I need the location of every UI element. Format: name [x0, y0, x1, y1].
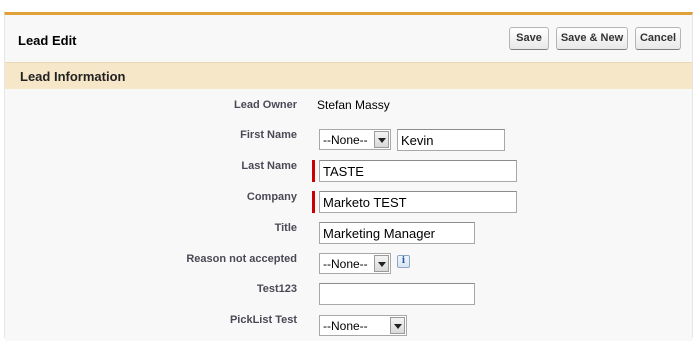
test123-input[interactable] [319, 283, 475, 305]
form-area: Lead Owner Stefan Massy First Name --Non… [5, 89, 692, 341]
salutation-select-value: --None-- [323, 133, 368, 147]
chevron-down-icon [374, 131, 389, 148]
lead-owner-value: Stefan Massy [317, 98, 390, 112]
save-button[interactable]: Save [509, 27, 549, 50]
picklist-test-select[interactable]: --None-- [319, 315, 407, 336]
info-icon[interactable]: i [397, 255, 410, 268]
lead-owner-label: Lead Owner [234, 99, 297, 111]
reason-not-accepted-label: Reason not accepted [186, 253, 297, 265]
last-name-label: Last Name [241, 160, 297, 172]
title-input[interactable] [319, 222, 475, 244]
cancel-button[interactable]: Cancel [635, 27, 681, 50]
section-title: Lead Information [20, 69, 126, 84]
chevron-down-icon [374, 255, 389, 272]
required-indicator [312, 191, 315, 213]
company-input[interactable] [319, 191, 517, 213]
company-label: Company [246, 191, 297, 203]
section-header: Lead Information [5, 62, 692, 90]
test123-label: Test123 [256, 283, 297, 295]
page-title: Lead Edit [18, 33, 77, 48]
reason-not-accepted-select-value: --None-- [323, 257, 368, 271]
required-indicator [312, 160, 315, 182]
title-label: Title [274, 222, 297, 234]
salutation-select[interactable]: --None-- [319, 129, 391, 150]
save-and-new-button[interactable]: Save & New [556, 27, 628, 50]
last-name-input[interactable] [319, 160, 517, 182]
first-name-input[interactable] [397, 129, 505, 151]
lead-edit-panel: Lead Edit Save Save & New Cancel Lead In… [4, 12, 693, 341]
reason-not-accepted-select[interactable]: --None-- [319, 253, 391, 274]
first-name-label: First Name [240, 129, 297, 141]
picklist-test-label: PickList Test [229, 314, 297, 326]
picklist-test-select-value: --None-- [323, 319, 368, 333]
chevron-down-icon [390, 317, 405, 334]
